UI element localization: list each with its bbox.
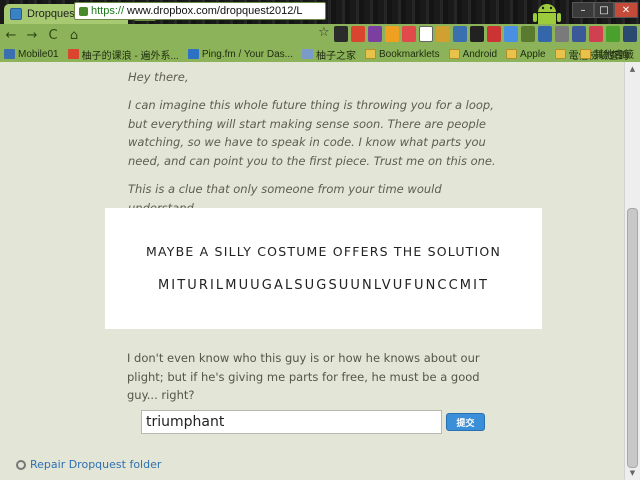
extension-icon[interactable] [334, 26, 348, 42]
pingfm-icon [187, 49, 199, 59]
home-icon[interactable]: ⌂ [64, 25, 84, 45]
address-bar[interactable]: https:// www.dropbox.com/dropquest2012/L [74, 2, 326, 20]
bookmark-folder-apple[interactable]: Apple [506, 49, 546, 60]
other-bookmarks-label: 其他書籤 [594, 50, 634, 61]
extension-icon[interactable] [555, 26, 569, 42]
android-icon [533, 4, 561, 24]
repair-folder-link[interactable]: Repair Dropquest folder [16, 458, 161, 471]
close-window-button[interactable]: ✕ [614, 2, 638, 18]
wrench-menu-icon[interactable] [623, 26, 637, 42]
folder-icon [554, 49, 566, 59]
extension-icon[interactable] [402, 26, 416, 42]
answer-input[interactable] [141, 410, 442, 434]
back-arrow-icon[interactable]: ← [1, 25, 21, 45]
reply-text: I don't even know who this guy is or how… [127, 351, 480, 402]
repair-link-label: Repair Dropquest folder [30, 458, 162, 471]
clue-card: MAYBE A SILLY COSTUME OFFERS THE SOLUTIO… [105, 208, 542, 329]
bookmark-folder-bookmarklets[interactable]: Bookmarklets [365, 49, 440, 60]
radiation-icon [16, 459, 26, 470]
extension-icon[interactable] [589, 26, 603, 42]
extension-icon[interactable] [606, 26, 620, 42]
bookmark-blog[interactable]: 柚子的课浪 - 遍外系... [67, 47, 179, 62]
extension-icon[interactable] [419, 26, 433, 42]
clue-title: MAYBE A SILLY COSTUME OFFERS THE SOLUTIO… [145, 244, 501, 259]
extension-icon[interactable] [572, 26, 586, 42]
page-content: Hey there, I can imagine this whole futu… [0, 62, 624, 480]
url-scheme: https:// [91, 5, 125, 17]
pocket-icon [67, 49, 79, 59]
extension-icon[interactable] [521, 26, 535, 42]
minimize-button[interactable]: – [572, 2, 594, 18]
extension-icons [334, 26, 637, 42]
reload-icon[interactable]: C [43, 25, 63, 45]
bookmark-pingfm[interactable]: Ping.fm / Your Das... [187, 48, 293, 60]
extension-icon[interactable] [436, 26, 450, 42]
mobile01-icon [4, 49, 15, 59]
blog-icon [302, 49, 313, 59]
letter-body: I can imagine this whole future thing is… [128, 98, 496, 168]
folder-icon [580, 48, 591, 59]
url-text: www.dropbox.com/dropquest2012/L [127, 5, 303, 17]
vertical-scrollbar[interactable]: ▲ ▼ [624, 62, 640, 480]
maximize-button[interactable]: □ [594, 2, 614, 18]
bookmark-label: Android [462, 48, 498, 60]
extension-icon[interactable] [470, 26, 484, 42]
bookmark-label: Ping.fm / Your Das... [201, 48, 293, 60]
scroll-down-arrow-icon[interactable]: ▼ [625, 466, 640, 480]
scroll-up-arrow-icon[interactable]: ▲ [625, 62, 640, 76]
extension-icon[interactable] [351, 26, 365, 42]
submit-button[interactable]: 提交 [446, 413, 485, 431]
clue-cipher: MITURILMUUGALSUGSUUNLVUFUNCCMIT [157, 278, 490, 293]
bookmark-label: Apple [520, 48, 546, 60]
scroll-thumb[interactable] [627, 208, 638, 468]
bookmarks-bar: Mobile01 柚子的课浪 - 遍外系... Ping.fm / Your D… [0, 46, 640, 62]
other-bookmarks[interactable]: 其他書籤 [580, 46, 634, 61]
bookmark-label: Bookmarklets [379, 48, 440, 60]
lock-icon [79, 6, 88, 16]
folder-icon [365, 49, 376, 59]
extension-icon[interactable] [504, 26, 518, 42]
extension-icon[interactable] [368, 26, 382, 42]
bookmark-mobile01[interactable]: Mobile01 [4, 49, 59, 60]
dropbox-favicon-icon [10, 8, 22, 20]
bookmark-home[interactable]: 柚子之家 [302, 47, 356, 62]
forward-arrow-icon[interactable]: → [22, 25, 42, 45]
folder-icon [448, 49, 460, 59]
bookmark-label: Mobile01 [18, 48, 59, 60]
folder-icon [506, 49, 518, 59]
letter-greeting: Hey there, [128, 70, 189, 84]
extension-icon[interactable] [385, 26, 399, 42]
extension-icon[interactable] [538, 26, 552, 42]
browser-chrome: Dropquest 2012 - Chapte × – □ ✕ ← → C ⌂ … [0, 0, 640, 62]
bookmark-folder-android[interactable]: Android [448, 48, 498, 60]
extension-icon[interactable] [453, 26, 467, 42]
bookmark-label: 柚子之家 [316, 50, 356, 62]
bookmark-star-icon[interactable]: ☆ [318, 25, 330, 40]
bookmark-label: 柚子的课浪 - 遍外系... [81, 50, 179, 62]
extension-icon[interactable] [487, 26, 501, 42]
